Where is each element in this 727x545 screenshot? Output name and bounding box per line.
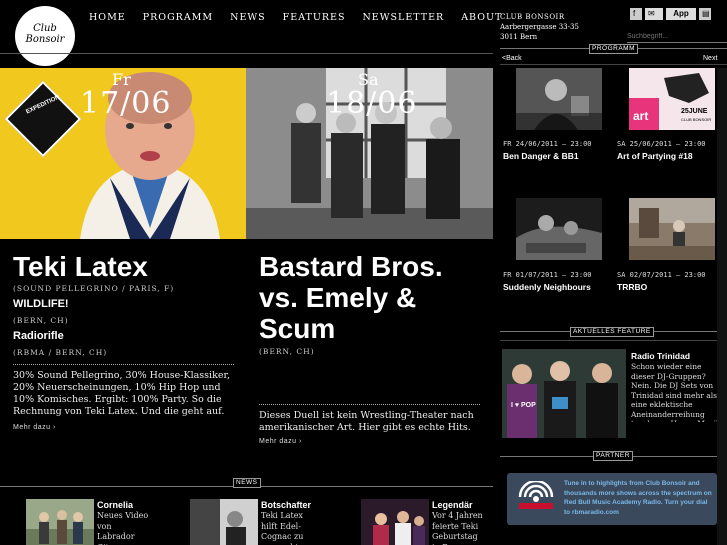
event-1-act-2-origin: (RBMA / BERN, CH)	[13, 348, 108, 357]
shirt-print-text: I ♥ POP	[511, 402, 536, 409]
programm-date-1: FR 24/06/2011 – 23:00	[503, 140, 592, 148]
feature-label: AKTUELLES FEATURE	[570, 327, 654, 337]
feature-rule-2	[500, 340, 727, 341]
news-title-1[interactable]: Cornelia	[97, 500, 133, 510]
red-bull-radio-icon	[518, 481, 554, 509]
programm-next-link[interactable]: Next	[703, 55, 717, 62]
birthday-party-photo	[361, 499, 429, 545]
news-title-3[interactable]: Legendär	[432, 500, 473, 510]
news-title-2[interactable]: Botschafter	[261, 500, 311, 510]
feature-title[interactable]: Radio Trinidad	[631, 351, 690, 361]
nav-news[interactable]: NEWS	[230, 12, 266, 23]
mail-icon[interactable]: ✉	[645, 8, 663, 20]
event-2-title[interactable]: Bastard Bros. vs. Emely & Scum	[259, 251, 443, 344]
address-street: Aarbergergasse 33-35	[500, 23, 579, 31]
event-1-act-2: Radiorifle	[13, 330, 64, 342]
news-thumb-3[interactable]	[361, 499, 429, 545]
event-1-act-1: WILDLIFE!	[13, 298, 69, 310]
news-text-3: Vor 4 Jahren feierte Teki Geburtstag in …	[432, 511, 483, 545]
event-2-subtitle: (BERN, CH)	[259, 347, 315, 356]
main-nav: HOME PROGRAMM NEWS FEATURES NEWSLETTER A…	[89, 12, 519, 23]
event-1-act-1-origin: (BERN, CH)	[13, 316, 69, 325]
radio-trinidad-photo[interactable]: I ♥ POP	[502, 349, 626, 438]
rbma-radio-banner[interactable]: Tune in to highlights from Club Bonsoir …	[507, 473, 717, 525]
partner-text: Tune in to highlights from Club Bonsoir …	[564, 480, 712, 516]
news-text-1: Neues Video von Labrador City.	[97, 511, 149, 545]
feature-text: Schon wieder eine dieser DJ-Gruppen? Nei…	[631, 362, 723, 422]
event-1-description: 30% Sound Pellegrino, 30% House-Klassike…	[13, 370, 230, 417]
programm-thumb-1[interactable]	[516, 68, 602, 130]
logo-line-2: Bonsoir	[25, 34, 65, 45]
programm-title-3[interactable]: Suddenly Neighbours	[503, 282, 591, 292]
facebook-icon[interactable]: f	[630, 8, 642, 20]
nav-home[interactable]: HOME	[89, 12, 126, 23]
suddenly-neighbours-photo	[516, 198, 602, 260]
programm-back-link[interactable]: <Back	[502, 55, 522, 62]
news-text-2: Teki Latex hilft Edel-Cognac zu vermarkt…	[261, 511, 311, 545]
event-2-dotted-rule	[259, 404, 480, 405]
header-divider	[0, 53, 493, 54]
programm-title-4[interactable]: TRRBO	[617, 282, 647, 292]
share-icon[interactable]: ▤	[699, 8, 711, 20]
event-2-title-line-1: Bastard Bros.	[259, 251, 443, 282]
news-thumb-1[interactable]	[26, 499, 94, 545]
club-address: CLUB BONSOIR Aarbergergasse 33-35 3011 B…	[500, 12, 579, 42]
search-underline	[627, 42, 727, 43]
event-1-more-link[interactable]: Mehr dazu ›	[13, 424, 56, 431]
trrbo-photo	[629, 198, 715, 260]
dj-photo-bw	[516, 68, 602, 130]
programm-thumb-4[interactable]	[629, 198, 715, 260]
nav-about[interactable]: ABOUT	[461, 12, 502, 23]
app-button[interactable]: App	[666, 8, 696, 20]
address-city: 3011 Bern	[500, 33, 538, 41]
programm-rule-2	[500, 64, 727, 65]
news-thumb-2[interactable]	[190, 499, 258, 545]
event-2-description: Dieses Duell ist kein Wrestling-Theater …	[259, 410, 474, 433]
programm-date-4: SA 02/07/2011 – 23:00	[617, 271, 706, 279]
flyer-date-text: 25JUNE	[681, 108, 708, 115]
event-1-title[interactable]: Teki Latex	[13, 251, 148, 283]
event-2-more-link[interactable]: Mehr dazu ›	[259, 438, 302, 445]
logo-line-1: Club	[33, 23, 57, 34]
address-name: CLUB BONSOIR	[500, 13, 565, 21]
labrador-city-photo	[26, 499, 94, 545]
nav-programm[interactable]: PROGRAMM	[143, 12, 213, 23]
svg-text:art: art	[633, 109, 648, 123]
event-2-date: 18/06	[326, 86, 418, 121]
band-photo: I ♥ POP	[502, 349, 626, 438]
art-of-partying-flyer: art 25JUNE CLUB BONSOIR	[629, 68, 715, 130]
event-2-title-line-3: Scum	[259, 313, 336, 344]
search-input[interactable]	[627, 30, 727, 42]
social-buttons: f ✉ App ▤	[630, 8, 711, 20]
programm-date-2: SA 25/06/2011 – 23:00	[617, 140, 706, 148]
programm-title-1[interactable]: Ben Danger & BB1	[503, 151, 579, 161]
flyer-venue-text: CLUB BONSOIR	[681, 117, 711, 122]
news-label: NEWS	[233, 478, 261, 488]
club-bonsoir-logo[interactable]: Club Bonsoir	[15, 6, 75, 66]
programm-label: PROGRAMM	[589, 44, 638, 54]
programm-thumb-3[interactable]	[516, 198, 602, 260]
cognac-photo	[190, 499, 258, 545]
nav-newsletter[interactable]: NEWSLETTER	[362, 12, 444, 23]
programm-thumb-2[interactable]: art 25JUNE CLUB BONSOIR	[629, 68, 715, 130]
event-1-date: 17/06	[80, 86, 172, 121]
nav-features[interactable]: FEATURES	[283, 12, 346, 23]
event-1-dotted-rule	[13, 364, 234, 365]
event-1-subtitle: (SOUND PELLEGRINO / PARIS, F)	[13, 284, 175, 293]
partner-label: PARTNER	[593, 451, 633, 461]
programm-title-2[interactable]: Art of Partying #18	[617, 151, 693, 161]
event-2-title-line-2: vs. Emely &	[259, 282, 417, 313]
programm-date-3: FR 01/07/2011 – 23:00	[503, 271, 592, 279]
vertical-scrollbar[interactable]	[717, 68, 727, 545]
